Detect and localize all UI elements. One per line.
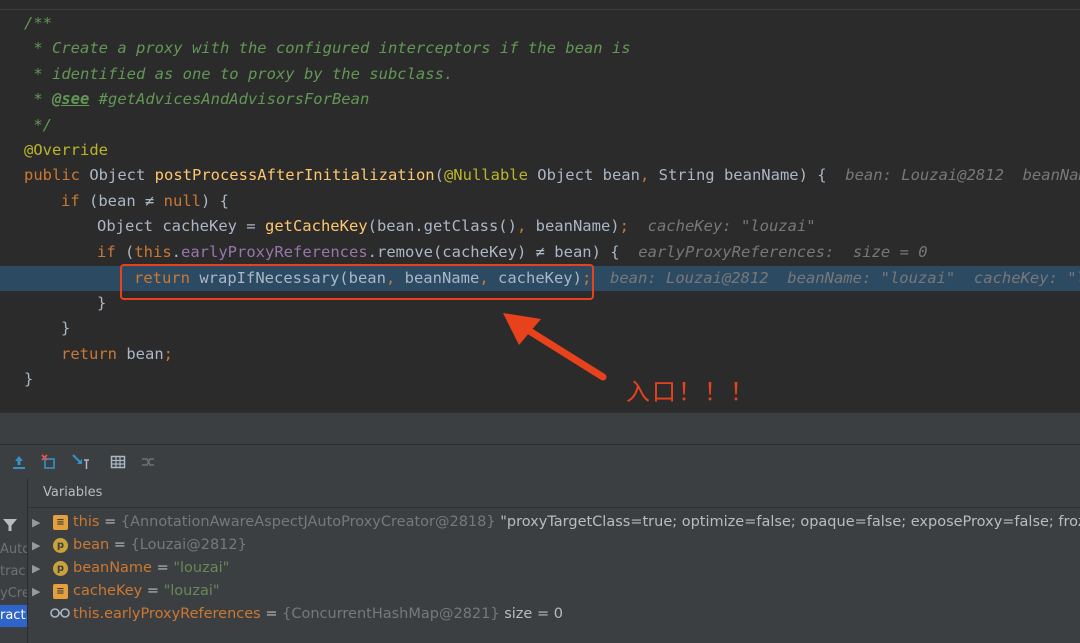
step-out-icon[interactable] (11, 454, 27, 470)
code-line-3: * identified as one to proxy by the subc… (24, 65, 454, 83)
expand-icon[interactable]: ▶ (32, 557, 40, 580)
parameter-icon: p (53, 561, 68, 576)
inline-debug-value: earlyProxyReferences: size = 0 (619, 243, 928, 261)
evaluate-icon[interactable] (110, 454, 126, 470)
expand-icon[interactable]: ▶ (32, 580, 40, 603)
expand-icon[interactable]: ▶ (32, 534, 40, 557)
code-line-if-bean: if (bean ≠ null) { (61, 192, 229, 210)
variable-row-early-proxy-references[interactable]: this.earlyProxyReferences = {ConcurrentH… (28, 603, 1080, 626)
debugger-toolbar (0, 444, 1080, 479)
frames-list: Auto trac yCre ract. (0, 479, 28, 643)
filter-icon[interactable] (2, 517, 20, 535)
frame-item[interactable]: trac (0, 561, 27, 583)
variable-row-bean[interactable]: ▶ p bean = {Louzai@2812} (28, 534, 1080, 557)
inline-debug-value: cacheKey: "louzai" (628, 217, 816, 235)
code-line-5: */ (24, 116, 52, 134)
variables-separator (28, 507, 1080, 508)
arrow-icon (503, 313, 607, 381)
variable-row-beanname[interactable]: ▶ p beanName = "louzai" (28, 557, 1080, 580)
frame-item[interactable]: Auto (0, 539, 27, 561)
code-line-override: @Override (24, 141, 108, 159)
frame-item-selected[interactable]: ract. (0, 605, 27, 627)
trace-icon[interactable] (140, 454, 156, 470)
inline-debug-value: bean: Louzai@2812 beanName (826, 166, 1080, 184)
field-icon: ≡ (53, 515, 68, 530)
method-name: postProcessAfterInitialization (154, 166, 435, 184)
highlight-box (120, 264, 594, 300)
variable-row-cachekey[interactable]: ▶ ≡ cacheKey = "louzai" (28, 580, 1080, 603)
variables-panel: Auto trac yCre ract. Variables ▶ ≡ this … (0, 479, 1080, 643)
drop-frame-icon[interactable] (41, 454, 57, 470)
code-line-1: /** (24, 14, 52, 32)
code-line-if-early: if (this.earlyProxyReferences.remove(cac… (97, 243, 928, 261)
annotation-label: 入口！！！ (626, 378, 756, 406)
run-to-cursor-icon[interactable] (72, 454, 89, 470)
variables-title: Variables (43, 485, 103, 500)
code-line-2: * Create a proxy with the configured int… (24, 39, 631, 57)
watch-glasses-icon (50, 607, 70, 622)
variable-row-this[interactable]: ▶ ≡ this = {AnnotationAwareAspectJAutoPr… (28, 511, 1080, 534)
code-line-signature: public Object postProcessAfterInitializa… (0, 163, 1080, 188)
frame-item[interactable]: yCre (0, 583, 27, 605)
code-line-cachekey: Object cacheKey = getCacheKey(bean.getCl… (97, 217, 816, 235)
code-line-4: * @see #getAdvicesAndAdvisorsForBean (24, 90, 370, 108)
expand-icon[interactable]: ▶ (32, 511, 40, 534)
code-editor[interactable]: /** * Create a proxy with the configured… (0, 0, 1080, 412)
panel-divider[interactable] (0, 412, 1080, 445)
parameter-icon: p (53, 538, 68, 553)
field-icon: ≡ (53, 584, 68, 599)
inline-debug-value: bean: Louzai@2812 beanName: "louzai" cac… (591, 269, 1080, 287)
editor-top-border (0, 9, 1080, 10)
see-tag: @see (52, 90, 90, 108)
